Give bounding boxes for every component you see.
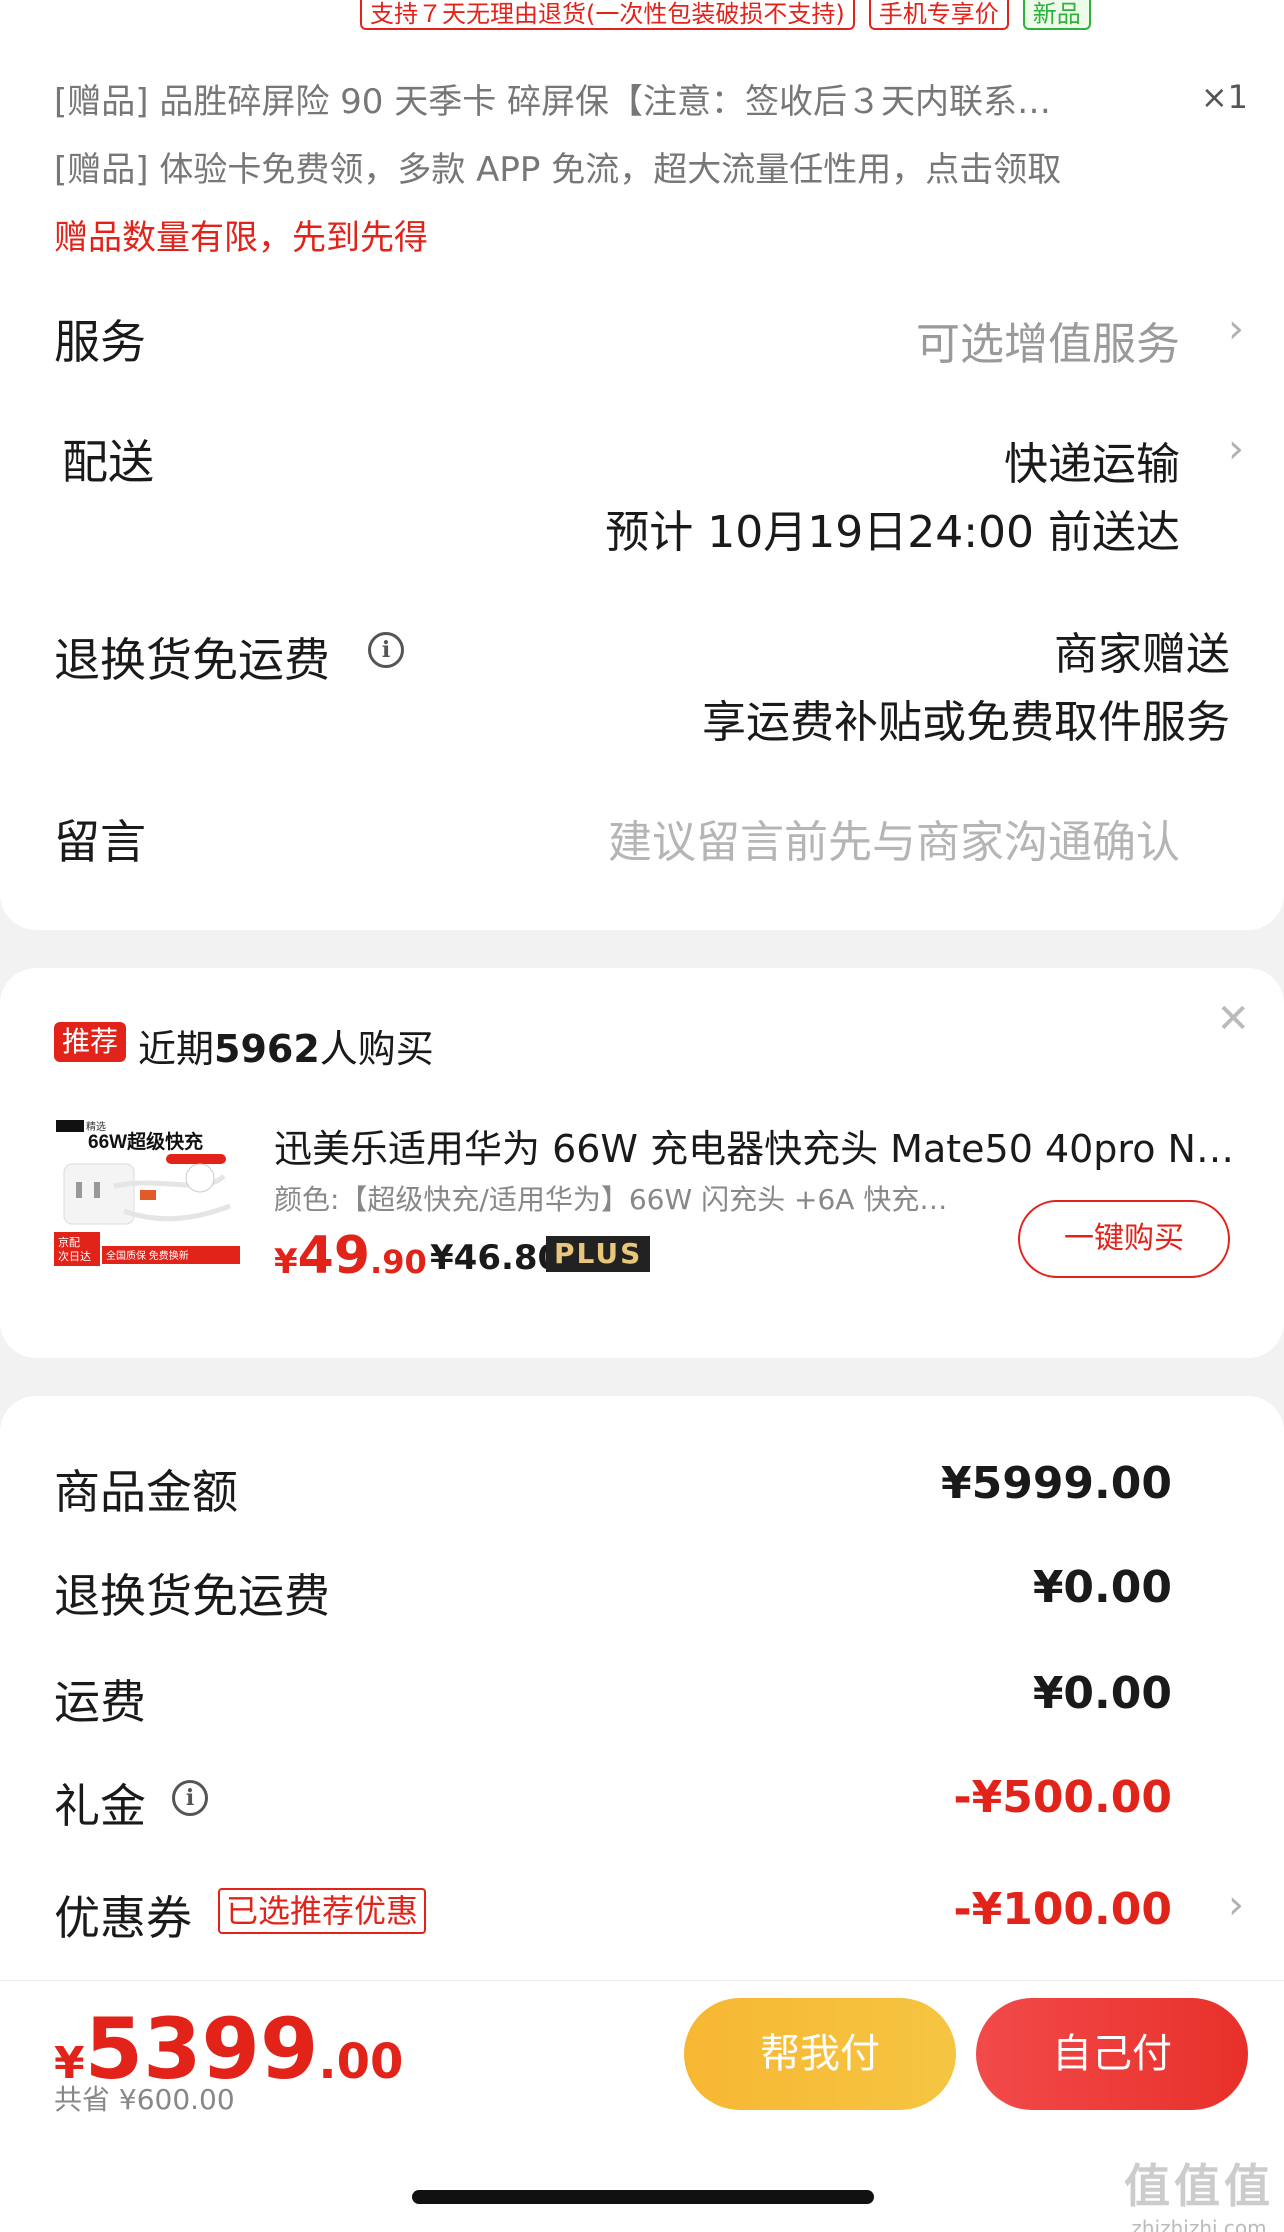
service-label: 服务	[54, 315, 146, 369]
pay-myself-button[interactable]: 自己付	[976, 1998, 1248, 2110]
recommend-title: 近期5962人购买	[138, 1027, 434, 1071]
coupon-value[interactable]: -¥100.00	[953, 1884, 1172, 1935]
help-me-pay-button[interactable]: 帮我付	[684, 1998, 956, 2110]
freight-value: ¥0.00	[1032, 1668, 1172, 1719]
gift-money-label: 礼金	[54, 1779, 146, 1833]
return-free-label: 退换货免运费	[54, 1569, 330, 1623]
gift-quantity: ×1	[1200, 78, 1248, 116]
info-icon[interactable]: i	[368, 632, 404, 668]
return-policy-tag: 支持７天无理由退货(一次性包装破损不支持)	[360, 0, 855, 30]
watermark: 值值值 zhizhizhi.com	[1124, 2159, 1274, 2232]
gift-money-value: -¥500.00	[953, 1772, 1172, 1823]
chevron-right-icon: ›	[1228, 1882, 1244, 1928]
total-saved: 共省 ¥600.00	[54, 2083, 235, 2116]
coupon-label: 优惠券	[54, 1891, 192, 1945]
svg-text:次日达: 次日达	[58, 1249, 91, 1263]
new-product-tag: 新品	[1022, 0, 1091, 30]
delivery-label: 配送	[62, 435, 154, 489]
goods-amount-value: ¥5999.00	[940, 1458, 1172, 1509]
gift-limit-notice: 赠品数量有限，先到先得	[54, 218, 428, 258]
recommend-card: 推荐 近期5962人购买 ✕ 精选 66W超级快充 京配 次日达 全国质保 免费…	[0, 968, 1284, 1358]
home-indicator[interactable]	[412, 2190, 874, 2204]
plus-price: ¥46.80	[430, 1238, 562, 1278]
return-shipping-value: 商家赠送	[1054, 629, 1230, 680]
product-tags: 支持７天无理由退货(一次性包装破损不支持) 手机专享价 新品	[360, 0, 1091, 30]
goods-amount-label: 商品金额	[54, 1465, 238, 1519]
mobile-price-tag: 手机专享价	[868, 0, 1009, 30]
gift-item-screen-insurance[interactable]: [赠品] 品胜碎屏险 90 天季卡 碎屏保【注意：签收后３天内联系…	[54, 74, 1051, 123]
freight-label: 运费	[54, 1675, 146, 1729]
svg-text:66W超级快充: 66W超级快充	[88, 1130, 203, 1153]
delivery-method[interactable]: 快递运输	[1004, 428, 1180, 492]
coupon-selected-tag: 已选推荐优惠	[218, 1888, 427, 1934]
message-input[interactable]: 建议留言前先与商家沟通确认	[608, 806, 1180, 870]
product-attributes: 颜色:【超级快充/适用华为】66W 闪充头 +6A 快充…	[274, 1183, 948, 1216]
one-click-buy-button[interactable]: 一键购买	[1018, 1200, 1230, 1278]
return-free-value: ¥0.00	[1032, 1562, 1172, 1613]
product-price: ¥49.90	[274, 1226, 427, 1286]
close-icon[interactable]: ✕	[1216, 996, 1250, 1042]
return-shipping-label: 退换货免运费	[54, 633, 330, 687]
chevron-right-icon: ›	[1228, 426, 1244, 472]
recommend-badge: 推荐	[54, 1022, 127, 1062]
plus-badge: PLUS	[546, 1236, 651, 1272]
service-value[interactable]: 可选增值服务	[916, 308, 1180, 372]
delivery-eta: 预计 10月19日24:00 前送达	[605, 507, 1180, 558]
product-thumbnail[interactable]: 精选 66W超级快充 京配 次日达 全国质保 免费换新	[54, 1116, 240, 1266]
info-icon[interactable]: i	[172, 1780, 208, 1816]
chevron-right-icon: ›	[1228, 306, 1244, 352]
svg-text:全国质保 免费换新: 全国质保 免费换新	[106, 1249, 189, 1262]
svg-text:京配: 京配	[58, 1235, 80, 1249]
product-name[interactable]: 迅美乐适用华为 66W 充电器快充头 Mate50 40pro N…	[274, 1118, 1234, 1173]
return-shipping-subvalue: 享运费补贴或免费取件服务	[702, 697, 1230, 748]
gift-item-data-card[interactable]: [赠品] 体验卡免费领，多款 APP 免流，超大流量任性用，点击领取	[54, 142, 1061, 191]
message-label: 留言	[54, 815, 146, 869]
